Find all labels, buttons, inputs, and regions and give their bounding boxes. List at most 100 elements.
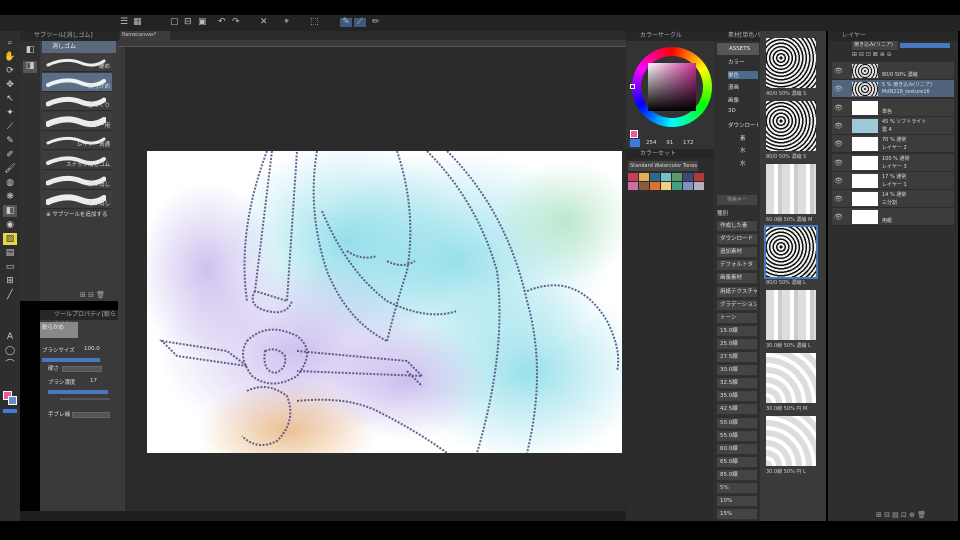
visibility-eye-icon[interactable]: 👁: [834, 140, 843, 148]
move-tool-icon[interactable]: ✥: [3, 79, 17, 91]
color-set-name[interactable]: Standard Watercolor Tones: [628, 161, 698, 171]
layer-row[interactable]: 👁 用紙: [832, 208, 954, 227]
balloon-tool-icon[interactable]: ◯: [3, 345, 17, 357]
blend-tool-icon[interactable]: ◉: [3, 219, 17, 231]
visibility-eye-icon[interactable]: 👁: [834, 122, 843, 130]
window-icon[interactable]: ▦: [133, 18, 142, 27]
color-swatch[interactable]: [694, 182, 704, 190]
color-swatch[interactable]: [639, 182, 649, 190]
magic-wand-icon[interactable]: ✦: [3, 107, 17, 119]
brush-size-value[interactable]: 100.0: [84, 346, 100, 352]
operation-tool-icon[interactable]: ↖: [3, 93, 17, 105]
material-category-item[interactable]: 追加素材: [717, 247, 757, 259]
eraser-tool-icon[interactable]: ◧: [3, 205, 17, 217]
figure-tool-icon[interactable]: ▭: [3, 261, 17, 273]
layer-row[interactable]: 👁 14 % 通常 三分割: [832, 190, 954, 209]
material-category-item[interactable]: 50.0線: [717, 417, 757, 429]
hardness-slider[interactable]: [62, 366, 102, 372]
layer-row[interactable]: 👁 100 % 通常 レイヤー 3: [832, 153, 954, 172]
transform-icon[interactable]: ⌖: [284, 18, 289, 27]
menu-icon[interactable]: ☰: [120, 18, 128, 27]
brush-item[interactable]: レイヤー貫通: [42, 131, 112, 151]
color-swatch[interactable]: [628, 182, 638, 190]
density-slider[interactable]: [48, 390, 108, 394]
zoom-tool-icon[interactable]: ⌕: [3, 37, 17, 49]
color-swatch[interactable]: [694, 173, 704, 181]
eyedropper-icon[interactable]: ⟋: [3, 121, 17, 133]
color-swatch[interactable]: [628, 173, 638, 181]
open-file-icon[interactable]: ⊟: [184, 18, 192, 27]
material-category-item[interactable]: 60.0線: [717, 443, 757, 455]
color-swatch[interactable]: [650, 173, 660, 181]
new-file-icon[interactable]: ▢: [170, 18, 179, 27]
visibility-eye-icon[interactable]: 👁: [834, 85, 843, 93]
texture-tile[interactable]: [766, 290, 816, 340]
visibility-eye-icon[interactable]: 👁: [834, 177, 843, 185]
asset-button[interactable]: ASSETS: [717, 43, 759, 55]
pen-icon[interactable]: ✎: [340, 18, 352, 27]
color-swatch[interactable]: [672, 173, 682, 181]
canvas-tab[interactable]: flamecanvas*: [120, 31, 170, 40]
text-tool-icon[interactable]: A: [3, 331, 17, 343]
eraser-group-icon[interactable]: ◧: [23, 45, 37, 57]
layer-row[interactable]: 👁 45 % ソフトライト雲 4: [832, 116, 954, 135]
gradient-tool-icon[interactable]: ▤: [3, 247, 17, 259]
color-swatch[interactable]: [661, 173, 671, 181]
main-sub-swatch[interactable]: [630, 130, 638, 138]
visibility-eye-icon[interactable]: 👁: [834, 195, 843, 203]
material-category-item[interactable]: 用紙テクスチャ: [717, 286, 757, 298]
add-subtool-button[interactable]: ⊕ サブツールを追加する: [46, 210, 116, 220]
canvas-image[interactable]: [147, 151, 622, 453]
brush-item[interactable]: 練り消し: [42, 170, 112, 190]
color-square[interactable]: [648, 63, 696, 111]
layer-row[interactable]: 👁 17 % 通常 レイヤー 1: [832, 171, 954, 190]
brush-tool-icon[interactable]: 🖌: [3, 163, 17, 175]
material-category-item[interactable]: 15.0線: [717, 325, 757, 337]
color-swatch[interactable]: [683, 173, 693, 181]
layer-row[interactable]: 👁 80/0 50% 濃縮: [832, 62, 954, 80]
material-tree-item[interactable]: 画像: [728, 96, 758, 104]
material-category-item[interactable]: 35.0線: [717, 391, 757, 403]
color-swatch[interactable]: [672, 182, 682, 190]
redo-icon[interactable]: ↷: [232, 18, 240, 27]
pencil-tool-icon[interactable]: ✐: [3, 149, 17, 161]
material-category-item[interactable]: デフォルトタ: [717, 260, 757, 272]
texture-tile[interactable]: [766, 38, 816, 88]
material-category-item[interactable]: 10%: [717, 496, 757, 508]
material-category-item[interactable]: 30.0線: [717, 365, 757, 377]
material-category-item[interactable]: 25.0線: [717, 338, 757, 350]
color-swatch[interactable]: [639, 173, 649, 181]
brush-item[interactable]: 粗り消し: [42, 190, 112, 210]
pen-tool-icon[interactable]: ✎: [3, 135, 17, 147]
opacity-slider[interactable]: [900, 43, 950, 48]
material-category-item[interactable]: トーン: [717, 312, 757, 324]
decoration-tool-icon[interactable]: ❋: [3, 191, 17, 203]
material-category-item[interactable]: 32.5線: [717, 378, 757, 390]
brush-item[interactable]: 軟らかめ: [42, 72, 112, 92]
active-group-tab[interactable]: 消しゴム: [42, 41, 116, 53]
brush-icon[interactable]: ✏: [372, 18, 380, 27]
brush-size-slider[interactable]: [42, 358, 100, 362]
undo-icon[interactable]: ↶: [218, 18, 226, 27]
layer-row[interactable]: 👁 70 % 通常 レイヤー 2: [832, 135, 954, 154]
visibility-eye-icon[interactable]: 👁: [834, 67, 843, 75]
visibility-eye-icon[interactable]: 👁: [834, 104, 843, 112]
ruler-tool-icon[interactable]: ╱: [3, 289, 17, 301]
texture-tile[interactable]: [766, 101, 816, 151]
material-category-item[interactable]: ダウンロード: [717, 234, 757, 246]
brush-item[interactable]: ベクター用: [42, 111, 112, 131]
texture-tile[interactable]: [766, 353, 816, 403]
fill-tool-icon[interactable]: ▨: [3, 233, 17, 245]
color-swatch[interactable]: [650, 182, 660, 190]
correct-line-icon[interactable]: ⌒: [3, 359, 17, 371]
material-category-item[interactable]: 27.5線: [717, 352, 757, 363]
airbrush-tool-icon[interactable]: ◍: [3, 177, 17, 189]
hand-tool-icon[interactable]: ✋: [3, 51, 17, 63]
texture-tile[interactable]: [766, 416, 816, 466]
texture-tile[interactable]: [764, 225, 818, 279]
material-category-item[interactable]: 65.0線: [717, 456, 757, 468]
color-cursor[interactable]: [630, 84, 635, 89]
frame-tool-icon[interactable]: ⊞: [3, 275, 17, 287]
material-tree-item[interactable]: ダウンロード: [728, 121, 758, 129]
save-icon[interactable]: ▣: [198, 18, 207, 27]
